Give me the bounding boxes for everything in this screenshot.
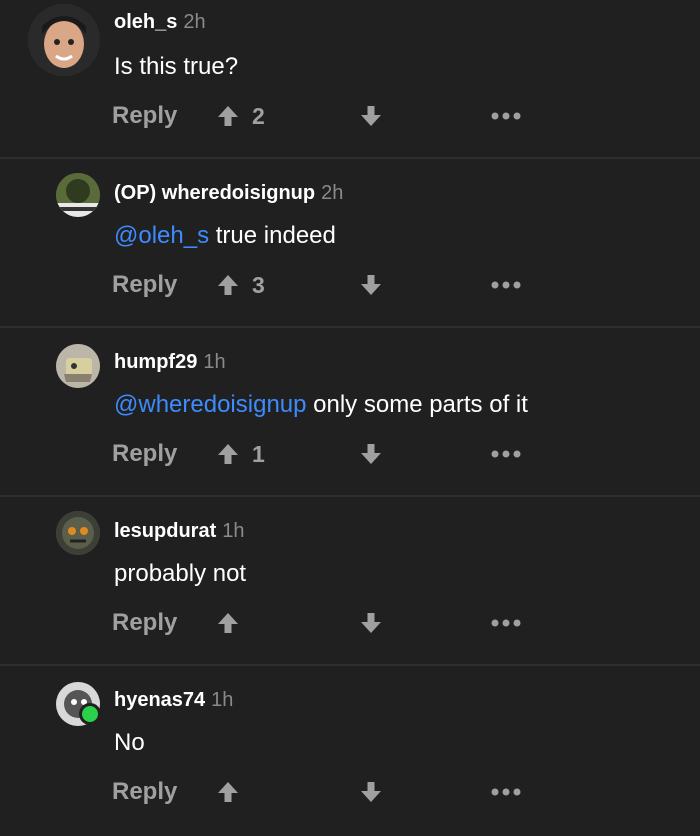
comment-actions: Reply 3 [0,268,700,302]
reply-button[interactable]: Reply [112,99,177,133]
reply-button[interactable]: Reply [112,268,177,302]
comment-item: hyenas74 1h No Reply [0,666,700,836]
comment-meta: (OP) wheredoisignup 2h [114,181,343,205]
timestamp: 2h [183,11,206,33]
arrow-up-icon[interactable] [216,611,240,635]
avatar[interactable] [56,511,100,555]
comment-actions: Reply 2 [0,99,700,133]
avatar[interactable] [56,173,100,217]
comment-meta: lesupdurat 1h [114,519,245,543]
comment-meta: hyenas74 1h [114,688,233,712]
arrow-down-icon[interactable] [359,780,383,804]
reply-button[interactable]: Reply [112,775,177,809]
arrow-up-icon[interactable] [216,442,240,466]
comment-actions: Reply [0,606,700,640]
comment-actions: Reply [0,775,700,809]
comment-body: No [114,729,145,756]
arrow-down-icon[interactable] [359,273,383,297]
username[interactable]: lesupdurat [114,520,216,542]
comment-meta: humpf29 1h [114,350,226,374]
comment-text: @wheredoisignup only some parts of it [114,390,528,420]
upvote-count: 2 [252,103,265,129]
more-dots-icon[interactable] [490,444,522,464]
timestamp: 2h [321,182,344,204]
arrow-up-icon[interactable] [216,273,240,297]
arrow-down-icon[interactable] [359,442,383,466]
comment-body: probably not [114,560,247,587]
username[interactable]: (OP) wheredoisignup [114,182,315,204]
comment-item: (OP) wheredoisignup 2h @oleh_s true indee… [0,159,700,327]
timestamp: 1h [211,689,234,711]
upvote-count: 1 [252,441,265,467]
arrow-up-icon[interactable] [216,780,240,804]
timestamp: 1h [203,351,226,373]
comment-body: only some parts of it [306,391,528,418]
more-dots-icon[interactable] [490,782,522,802]
username[interactable]: hyenas74 [114,689,205,711]
comment-item: lesupdurat 1h probably not Reply [0,497,700,665]
username[interactable]: oleh_s [114,11,177,33]
avatar[interactable] [56,344,100,388]
comment-item: oleh_s 2h Is this true? Reply 2 [0,0,700,158]
comment-body: true indeed [209,222,336,249]
reply-button[interactable]: Reply [112,606,177,640]
arrow-down-icon[interactable] [359,104,383,128]
online-status-icon [79,703,101,725]
more-dots-icon[interactable] [490,613,522,633]
mention-link[interactable]: @oleh_s [114,222,209,249]
comment-text: @oleh_s true indeed [114,221,336,251]
more-dots-icon[interactable] [490,275,522,295]
reply-button[interactable]: Reply [112,437,177,471]
timestamp: 1h [222,520,245,542]
upvote-count: 3 [252,272,265,298]
comment-text: probably not [114,559,246,589]
avatar[interactable] [28,4,100,76]
comment-meta: oleh_s 2h [114,10,206,34]
comment-actions: Reply 1 [0,437,700,471]
mention-link[interactable]: @wheredoisignup [114,391,306,418]
more-dots-icon[interactable] [490,106,522,126]
arrow-down-icon[interactable] [359,611,383,635]
arrow-up-icon[interactable] [216,104,240,128]
comment-text: No [114,728,145,758]
comment-text: Is this true? [114,52,238,82]
comment-item: humpf29 1h @wheredoisignup only some part… [0,328,700,496]
username[interactable]: humpf29 [114,351,197,373]
comment-body: Is this true? [114,53,239,80]
